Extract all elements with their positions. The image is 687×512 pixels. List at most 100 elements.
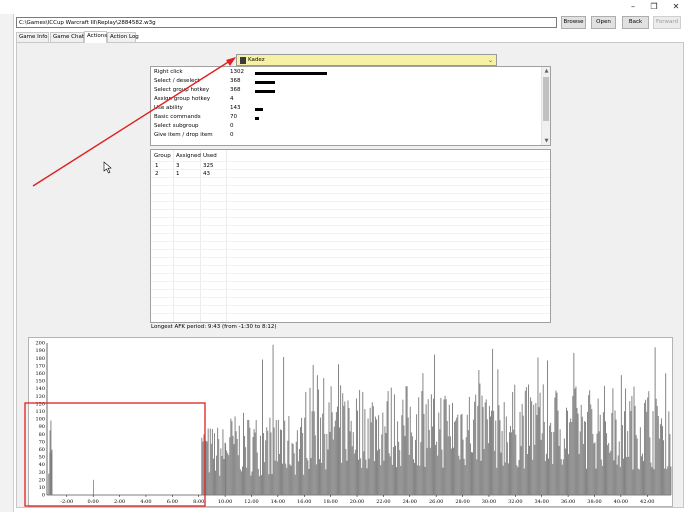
graph-bar	[516, 465, 518, 495]
graph-bar	[308, 468, 310, 495]
graph-bar	[272, 344, 274, 495]
back-button[interactable]: Back	[622, 16, 649, 29]
graph-bar	[561, 464, 563, 495]
graph-bar	[377, 450, 379, 495]
graph-bar	[361, 467, 363, 495]
graph-bar	[223, 459, 225, 495]
minimize-icon[interactable]: –	[624, 1, 642, 12]
graph-bar	[519, 411, 521, 495]
tab-actions[interactable]: Actions	[84, 31, 107, 43]
graph-bar	[371, 402, 373, 495]
graph-bar	[538, 407, 540, 495]
y-tick-label: 180	[35, 356, 45, 362]
graph-bar	[396, 467, 398, 495]
graph-bar	[481, 395, 483, 495]
y-tick-label: 50	[39, 455, 45, 461]
x-tick-label: 24:00	[403, 499, 417, 505]
graph-bar	[435, 445, 437, 495]
table-divider	[151, 169, 550, 170]
x-tick-label: 0:00	[88, 499, 99, 505]
list-item: Select / deselect 368	[154, 78, 534, 87]
graph-bar	[484, 402, 486, 495]
graph-bar	[548, 458, 549, 495]
graph-bar	[584, 421, 586, 495]
replay-path-input[interactable]	[16, 17, 557, 28]
table-divider	[151, 225, 550, 226]
graph-bar	[384, 426, 386, 495]
graph-bar	[234, 416, 236, 495]
graph-bar	[469, 443, 471, 495]
graph-bar	[357, 410, 358, 495]
graph-bar	[474, 401, 476, 495]
group-hotkeys-table[interactable]: Group Assigned Used 1 3 325 2 1 43	[150, 149, 551, 323]
scrollbar-thumb[interactable]	[543, 77, 549, 121]
chevron-up-icon[interactable]: ▲	[542, 67, 551, 75]
graph-bar	[353, 453, 355, 495]
graph-bar	[307, 460, 309, 495]
graph-bar	[285, 463, 287, 495]
graph-bar	[555, 390, 557, 495]
action-stats-list[interactable]: Right click 1302 Select / deselect 368 S…	[150, 66, 551, 146]
column-header[interactable]: Used	[203, 153, 217, 159]
browse-button[interactable]: Browse	[561, 16, 586, 29]
graph-bar	[271, 474, 273, 495]
afk-period-text: Longest AFK period: 9:43 (from -1:30 to …	[151, 324, 277, 330]
graph-bar	[534, 444, 536, 495]
tab-action-log[interactable]: Action Log	[107, 32, 139, 42]
graph-bar	[302, 432, 304, 495]
graph-bar	[220, 448, 222, 495]
graph-bar	[664, 468, 666, 495]
open-button[interactable]: Open	[591, 16, 616, 29]
graph-bar	[416, 414, 418, 495]
x-tick-label: 22:00	[376, 499, 390, 505]
player-select[interactable]: Kadez ⌄	[236, 54, 497, 66]
player-name: Kadez	[248, 57, 265, 63]
graph-bar	[600, 459, 602, 495]
graph-bar	[461, 413, 463, 495]
y-tick-label: 140	[35, 386, 45, 392]
graph-bar	[465, 437, 467, 495]
graph-bar	[420, 442, 422, 495]
column-header[interactable]: Assigned	[176, 153, 201, 159]
graph-bar	[539, 392, 541, 495]
tab-game-chat[interactable]: Game Chat	[50, 32, 84, 42]
scrollbar[interactable]: ▲ ▼	[541, 67, 550, 145]
close-icon[interactable]: ✕	[667, 1, 685, 12]
graph-bar	[546, 360, 548, 495]
graph-bar	[598, 431, 600, 495]
graph-bar	[219, 475, 221, 495]
graph-bar	[652, 411, 654, 495]
graph-bar	[331, 412, 333, 495]
player-race-icon	[240, 57, 246, 64]
graph-bar	[557, 410, 559, 495]
graph-bar	[454, 421, 456, 495]
chevron-down-icon[interactable]: ▼	[542, 137, 551, 145]
action-label: Select / deselect	[154, 78, 200, 84]
action-count: 143	[230, 105, 241, 111]
graph-bar	[50, 453, 52, 495]
graph-bar	[644, 403, 646, 495]
chevron-down-icon[interactable]: ⌄	[486, 56, 495, 65]
graph-bar	[419, 465, 421, 495]
graph-bar	[387, 391, 389, 495]
column-header[interactable]: Group	[154, 153, 171, 159]
y-tick-label: 110	[35, 409, 45, 415]
graph-bar	[450, 448, 452, 495]
graph-bar	[442, 467, 444, 495]
graph-bar	[662, 426, 663, 495]
tab-game-info[interactable]: Game Info	[16, 32, 49, 42]
graph-bar	[218, 439, 220, 495]
y-tick-label: 100	[35, 417, 45, 423]
graph-bar	[314, 435, 316, 495]
graph-bar	[440, 397, 442, 495]
action-count: 368	[230, 78, 241, 84]
graph-bar	[611, 412, 613, 495]
graph-bar	[332, 439, 334, 495]
graph-bar	[233, 444, 235, 495]
graph-bar	[347, 400, 349, 495]
graph-bar	[263, 433, 265, 495]
graph-bar	[575, 386, 577, 495]
restore-icon[interactable]: ❐	[645, 1, 663, 12]
graph-bar	[633, 386, 635, 495]
graph-bar	[567, 410, 568, 495]
